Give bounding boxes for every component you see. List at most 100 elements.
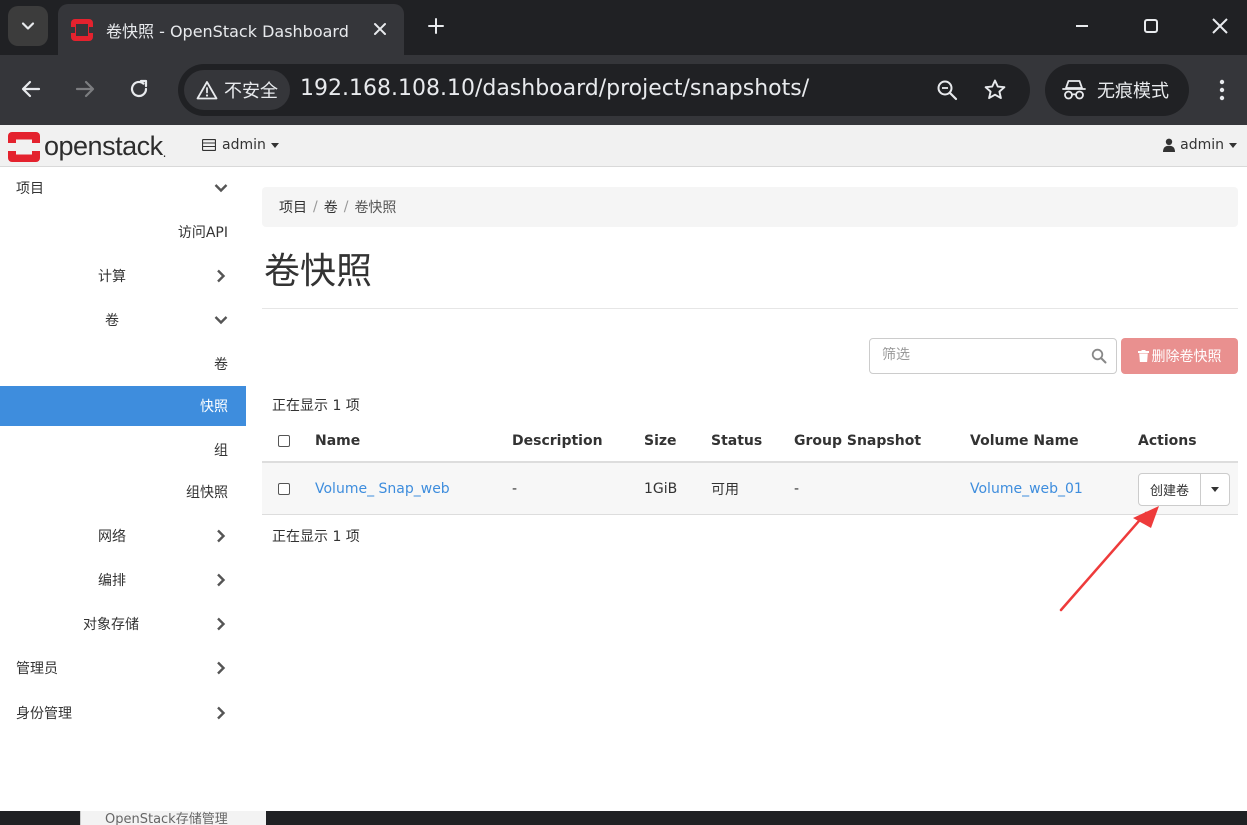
select-all-checkbox[interactable] — [278, 435, 290, 447]
filter-box — [869, 338, 1117, 374]
chevron-right-icon — [212, 267, 230, 285]
snapshot-group-snapshot: - — [794, 480, 800, 497]
arrow-left-icon — [21, 80, 41, 98]
sidebar-item-group-snapshots[interactable]: 组快照 — [0, 472, 246, 512]
new-tab-button[interactable] — [420, 10, 452, 42]
sidebar-item-label: 快照 — [200, 399, 228, 415]
breadcrumb-item[interactable]: 卷 — [324, 197, 338, 217]
minimize-button[interactable] — [1062, 8, 1102, 44]
sidebar-item-label: 组 — [214, 443, 228, 459]
plus-icon — [428, 18, 444, 34]
sidebar-item-admin[interactable]: 管理员 — [0, 648, 246, 688]
openstack-logo-icon — [8, 131, 40, 162]
filter-input[interactable] — [882, 347, 1082, 363]
snapshot-status: 可用 — [711, 481, 739, 498]
browser-tabstrip: 卷快照 - OpenStack Dashboard — [0, 0, 1247, 55]
chevron-right-icon — [212, 615, 230, 633]
sidebar-item-object-store[interactable]: 对象存储 — [0, 604, 246, 644]
reload-button[interactable] — [121, 71, 157, 107]
chevron-right-icon — [212, 659, 230, 677]
sidebar-item-label: 网络 — [98, 529, 126, 545]
sidebar-item-compute[interactable]: 计算 — [0, 256, 246, 296]
column-header-name[interactable]: Name — [315, 421, 360, 461]
background-window-strip: OpenStack存储管理 — [0, 811, 1247, 825]
warning-icon — [196, 81, 218, 100]
browser-tab-active[interactable]: 卷快照 - OpenStack Dashboard — [58, 4, 404, 55]
item-count-top: 正在显示 1 项 — [272, 398, 360, 414]
maximize-icon — [1144, 19, 1158, 33]
openstack-favicon-icon — [70, 18, 94, 42]
column-header-description[interactable]: Description — [512, 421, 603, 461]
divider — [262, 308, 1238, 309]
snapshot-name-link[interactable]: Volume_ Snap_web — [315, 463, 450, 514]
logo-text: openstack — [44, 131, 163, 161]
dashboard-topbar: openstack. admin admin — [0, 125, 1247, 167]
caret-down-icon — [270, 142, 279, 148]
sidebar-item-label: 项目 — [16, 181, 44, 197]
row-actions: 创建卷 — [1138, 473, 1231, 506]
maximize-button[interactable] — [1131, 8, 1171, 44]
incognito-icon — [1062, 80, 1086, 100]
sidebar-item-volumes[interactable]: 卷 — [0, 344, 246, 384]
incognito-label: 无痕模式 — [1097, 81, 1169, 102]
sidebar-item-api-access[interactable]: 访问API — [0, 212, 246, 252]
openstack-logo[interactable]: openstack. — [8, 131, 166, 162]
back-button[interactable] — [13, 71, 49, 107]
chevron-right-icon — [212, 704, 230, 722]
url-text[interactable]: 192.168.108.10/dashboard/project/snapsho… — [300, 76, 809, 101]
tab-search-button[interactable] — [8, 6, 48, 46]
breadcrumb: 项目 / 卷 / 卷快照 — [262, 187, 1238, 227]
tab-close-button[interactable] — [368, 17, 392, 41]
page-title: 卷快照 — [264, 251, 373, 292]
sidebar-item-network[interactable]: 网络 — [0, 516, 246, 556]
security-label: 不安全 — [224, 81, 278, 102]
sidebar-item-label: 编排 — [98, 573, 126, 589]
row-select-cell — [278, 463, 290, 514]
background-window-text: OpenStack存储管理 — [105, 812, 228, 825]
project-name: admin — [222, 137, 266, 153]
bookmark-star-icon[interactable] — [982, 77, 1008, 103]
sidebar-item-identity[interactable]: 身份管理 — [0, 693, 246, 733]
sidebar-item-label: 组快照 — [186, 485, 228, 501]
column-header-status[interactable]: Status — [711, 421, 762, 461]
create-volume-button[interactable]: 创建卷 — [1138, 473, 1202, 506]
breadcrumb-item[interactable]: 项目 — [279, 197, 307, 217]
sidebar-item-volumes-group[interactable]: 卷 — [0, 300, 246, 340]
chevron-down-icon — [212, 311, 230, 329]
row-checkbox[interactable] — [278, 482, 290, 495]
sidebar-item-snapshots[interactable]: 快照 — [0, 386, 246, 426]
column-header-volume-name[interactable]: Volume Name — [970, 421, 1079, 461]
sidebar-item-label: 身份管理 — [16, 706, 72, 722]
close-window-button[interactable] — [1200, 8, 1240, 44]
sidebar-item-label: 卷 — [214, 357, 228, 373]
caret-down-icon — [1229, 142, 1237, 148]
delete-snapshots-button[interactable]: 删除卷快照 — [1121, 338, 1238, 374]
zoom-icon[interactable] — [934, 77, 960, 103]
caret-down-icon — [1211, 487, 1220, 492]
close-icon — [374, 23, 386, 35]
sidebar-item-label: 对象存储 — [83, 617, 139, 633]
trash-icon — [1137, 350, 1149, 362]
browser-menu-button[interactable] — [1208, 75, 1236, 105]
minimize-icon — [1076, 25, 1088, 27]
column-header-size[interactable]: Size — [644, 421, 677, 461]
page-viewport: openstack. admin admin 项目 访问API 计算 卷 卷 快… — [0, 125, 1247, 811]
table-header: Name Description Size Status Group Snaps… — [262, 421, 1238, 463]
row-actions-dropdown[interactable] — [1201, 473, 1231, 506]
sidebar-nav: 项目 访问API 计算 卷 卷 快照 组 组快照 网络 编排 对象存储 管理员 … — [0, 168, 246, 811]
search-icon[interactable] — [1091, 348, 1107, 364]
chevron-right-icon — [212, 527, 230, 545]
forward-button[interactable] — [67, 71, 103, 107]
sidebar-item-label: 卷 — [105, 313, 119, 329]
column-header-group-snapshot[interactable]: Group Snapshot — [794, 421, 921, 461]
sidebar-item-orchestration[interactable]: 编排 — [0, 560, 246, 600]
project-switcher[interactable]: admin — [202, 137, 279, 153]
incognito-indicator[interactable]: 无痕模式 — [1045, 64, 1189, 116]
snapshot-description: - — [512, 480, 518, 497]
address-bar[interactable]: 不安全 192.168.108.10/dashboard/project/sna… — [178, 64, 1030, 116]
user-menu[interactable]: admin — [1163, 137, 1237, 153]
chevron-down-icon — [21, 22, 35, 30]
sidebar-item-groups[interactable]: 组 — [0, 430, 246, 470]
volume-name-link[interactable]: Volume_web_01 — [970, 463, 1083, 514]
sidebar-item-project[interactable]: 项目 — [0, 168, 246, 208]
